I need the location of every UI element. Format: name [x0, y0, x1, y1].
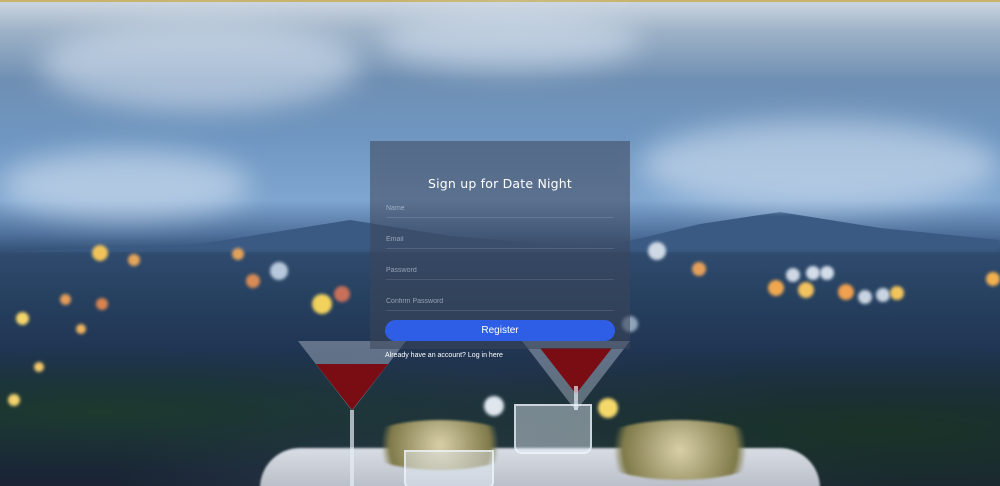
bokeh-light: [648, 242, 666, 260]
password-input[interactable]: [386, 261, 614, 280]
water-glass: [514, 404, 592, 454]
bokeh-light: [96, 298, 108, 310]
bokeh-light: [312, 294, 332, 314]
bokeh-light: [60, 294, 71, 305]
bokeh-light: [768, 280, 784, 296]
bokeh-light: [786, 268, 800, 282]
confirm-password-input[interactable]: [386, 292, 614, 311]
login-prompt-line: Already have an account? Log in here: [385, 352, 503, 359]
bokeh-light: [246, 274, 260, 288]
flowers: [590, 420, 770, 480]
email-input[interactable]: [386, 230, 614, 249]
bokeh-light: [34, 362, 44, 372]
cloud: [380, 10, 640, 70]
login-prompt-text: Already have an account?: [385, 352, 466, 359]
cloud: [40, 20, 360, 110]
bokeh-light: [986, 272, 1000, 286]
bokeh-light: [334, 286, 350, 302]
register-button[interactable]: Register: [385, 320, 615, 341]
name-input[interactable]: [386, 199, 614, 218]
bokeh-light: [8, 394, 20, 406]
bokeh-light: [232, 248, 244, 260]
bokeh-light: [270, 262, 288, 280]
cloud: [0, 150, 250, 220]
bokeh-light: [798, 282, 814, 298]
bokeh-light: [876, 288, 890, 302]
bokeh-light: [838, 284, 854, 300]
bokeh-light: [858, 290, 872, 304]
top-strip: [0, 0, 1000, 2]
water-glass: [404, 450, 494, 486]
bokeh-light: [820, 266, 834, 280]
bokeh-light: [128, 254, 140, 266]
bokeh-light: [76, 324, 86, 334]
cloud: [640, 120, 1000, 210]
bokeh-light: [890, 286, 904, 300]
login-link[interactable]: Log in here: [468, 352, 503, 359]
glass-stem: [350, 410, 354, 486]
red-wine: [316, 364, 388, 410]
bokeh-light: [692, 262, 706, 276]
bokeh-light: [484, 396, 504, 416]
bokeh-light: [16, 312, 29, 325]
bokeh-light: [806, 266, 820, 280]
bokeh-light: [92, 245, 108, 261]
form-title: Sign up for Date Night: [427, 176, 573, 191]
